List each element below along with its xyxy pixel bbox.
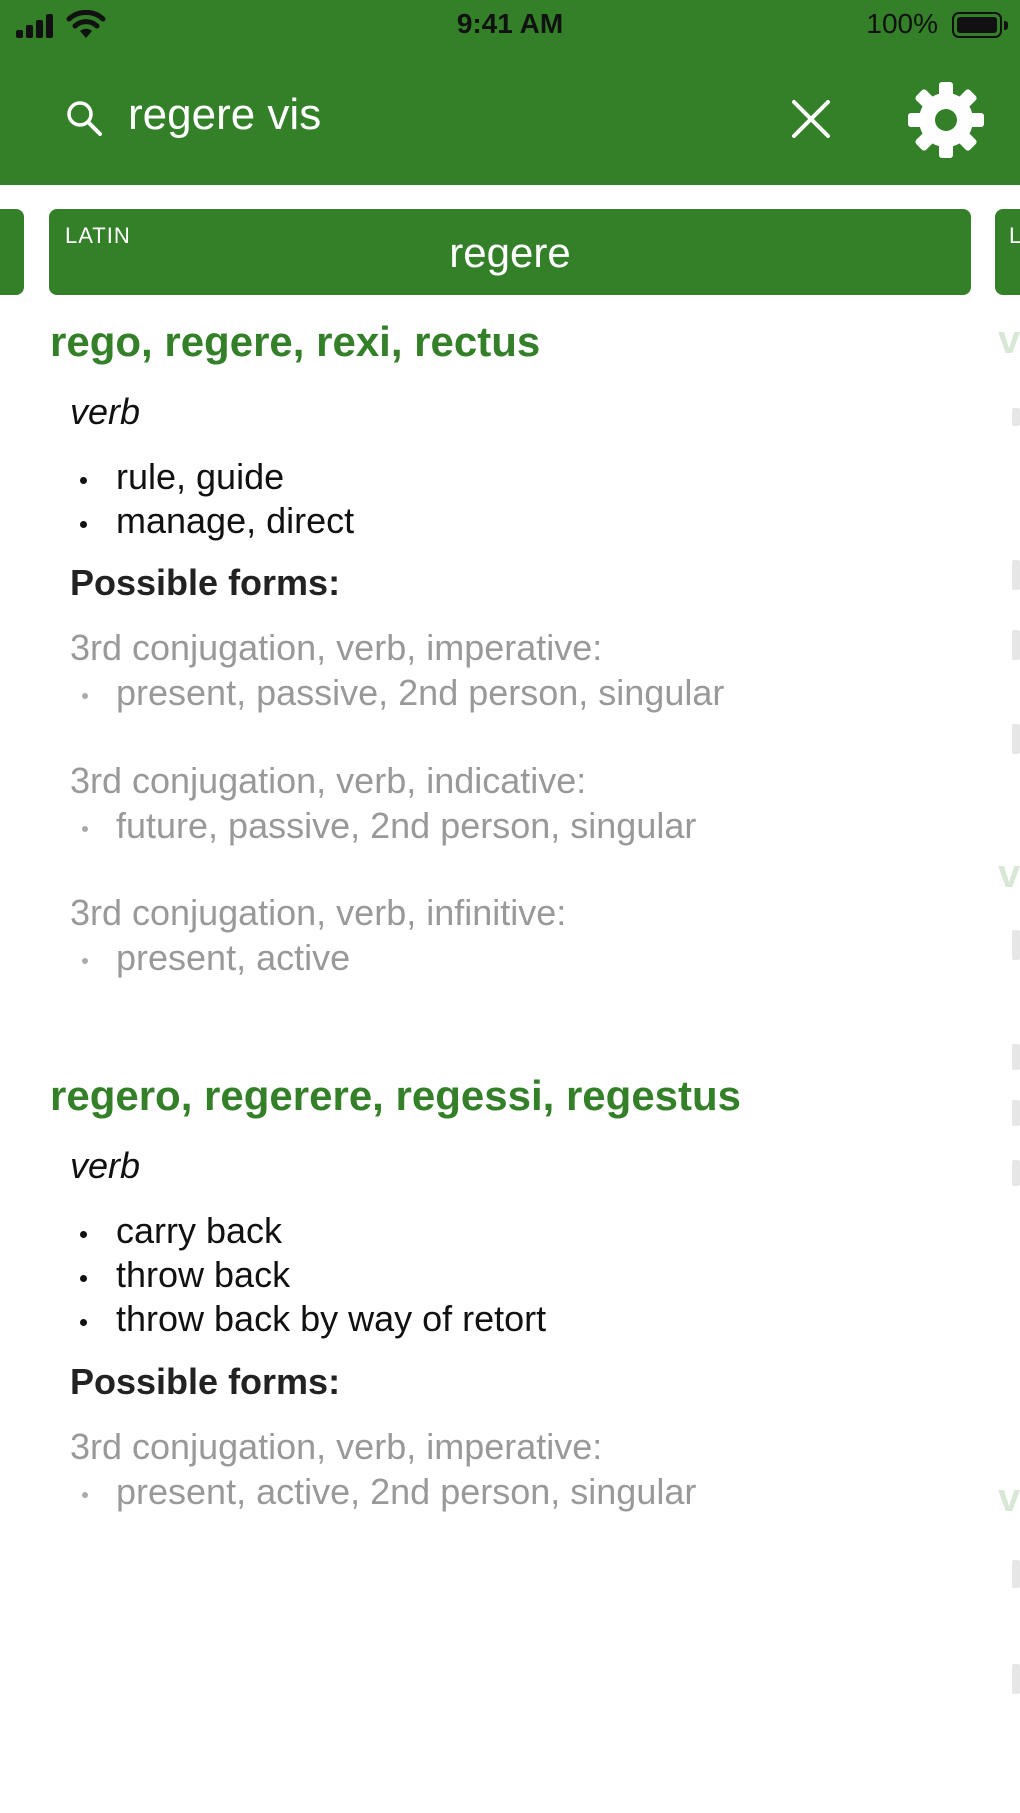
next-page-peek-fragment bbox=[1012, 724, 1020, 754]
next-page-peek-fragment bbox=[1012, 1160, 1020, 1186]
status-bar: 9:41 AM 100% bbox=[0, 0, 1020, 52]
next-page-peek: v bbox=[998, 852, 1020, 896]
result-tab-active[interactable]: LATIN regere bbox=[49, 209, 971, 295]
app-header: 9:41 AM 100% regere vis bbox=[0, 0, 1020, 185]
next-page-peek-fragment bbox=[1012, 560, 1020, 590]
form-type: 3rd conjugation, verb, imperative: bbox=[70, 627, 603, 668]
next-page-peek-fragment bbox=[1012, 1560, 1020, 1588]
form-type: 3rd conjugation, verb, infinitive: bbox=[70, 892, 567, 933]
next-tab-language-label: L bbox=[1009, 223, 1020, 248]
next-page-peek-fragment bbox=[1012, 1100, 1020, 1126]
form-type: 3rd conjugation, verb, imperative: bbox=[70, 1426, 603, 1467]
tab-word: regere bbox=[449, 229, 571, 276]
close-icon[interactable] bbox=[786, 98, 836, 140]
entry-headword: rego, regere, rexi, rectus bbox=[50, 318, 541, 365]
gear-icon[interactable] bbox=[906, 80, 986, 160]
previous-result-tab[interactable] bbox=[0, 209, 24, 295]
part-of-speech: verb bbox=[70, 391, 141, 432]
next-page-peek-fragment bbox=[1012, 930, 1020, 960]
part-of-speech: verb bbox=[70, 1145, 141, 1186]
battery-percentage: 100% bbox=[866, 8, 938, 39]
next-page-peek-fragment bbox=[1012, 1664, 1020, 1694]
next-result-tab[interactable]: L bbox=[995, 209, 1020, 295]
next-page-peek-fragment bbox=[1012, 408, 1020, 426]
form-type: 3rd conjugation, verb, indicative: bbox=[70, 760, 587, 801]
search-input[interactable]: regere vis bbox=[128, 90, 321, 140]
next-page-peek-fragment bbox=[1012, 1044, 1020, 1070]
possible-forms-label: Possible forms: bbox=[70, 1361, 341, 1402]
next-page-peek: v bbox=[998, 1476, 1020, 1520]
search-icon bbox=[67, 101, 102, 136]
possible-forms-label: Possible forms: bbox=[70, 562, 341, 603]
next-page-peek-fragment bbox=[1012, 630, 1020, 660]
battery-icon bbox=[952, 12, 1008, 38]
entry-headword: regero, regerere, regessi, regestus bbox=[50, 1072, 742, 1119]
next-page-peek: v bbox=[998, 318, 1020, 362]
